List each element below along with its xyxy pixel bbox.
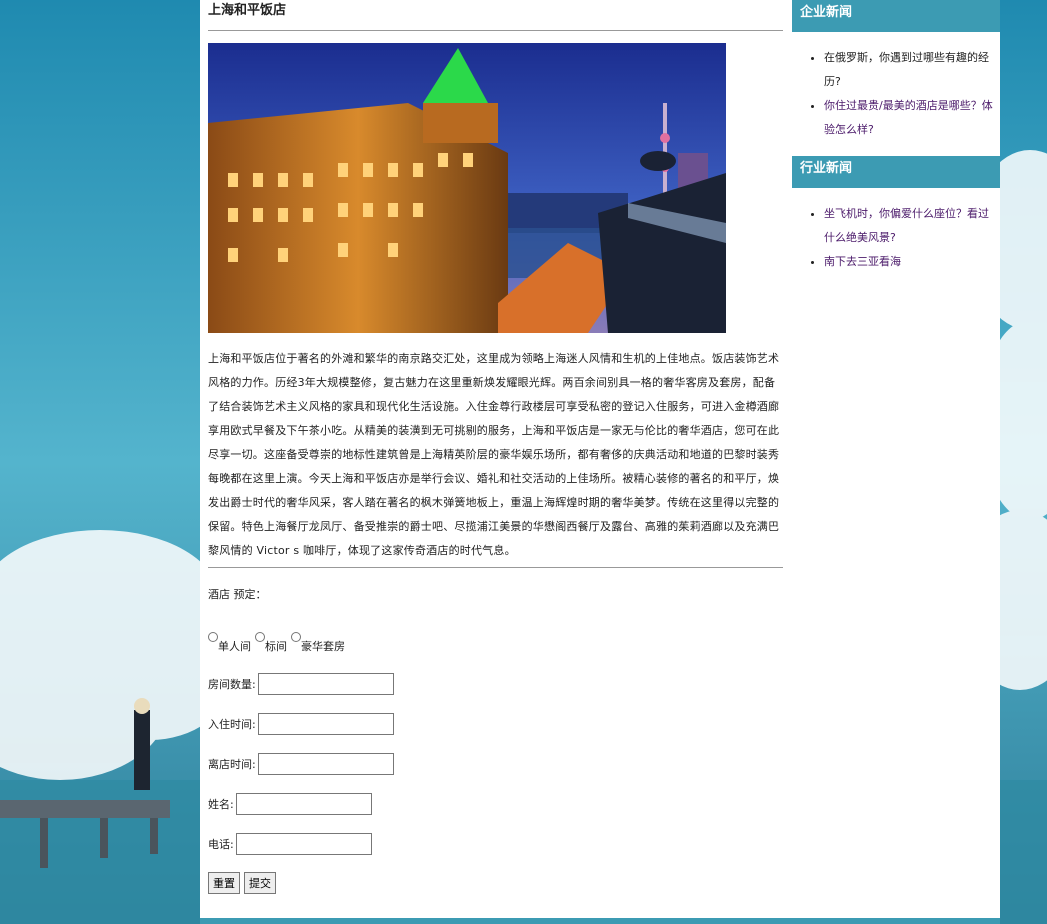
company-news-list: 在俄罗斯，你遇到过哪些有趣的经历? 你住过最贵/最美的酒店是哪些？体验怎么样? <box>792 32 1000 156</box>
room-type-standard-label: 标间 <box>265 640 287 653</box>
checkout-input[interactable] <box>257 753 394 775</box>
room-type-suite[interactable]: 豪华套房 <box>291 632 349 654</box>
room-type-single-radio[interactable] <box>208 632 218 642</box>
phone-input[interactable] <box>235 833 372 855</box>
room-count-label: 房间数量: <box>208 678 256 691</box>
company-news-heading: 企业新闻 <box>792 0 1000 32</box>
reset-button[interactable]: 重置 <box>208 872 240 894</box>
form-buttons: 重置 提交 <box>208 872 783 894</box>
room-type-standard[interactable]: 标间 <box>255 632 291 654</box>
list-item: 南下去三亚看海 <box>824 250 996 274</box>
room-type-standard-radio[interactable] <box>255 632 265 642</box>
room-count-row: 房间数量: <box>208 672 783 696</box>
room-type-suite-radio[interactable] <box>291 632 301 642</box>
room-count-input[interactable] <box>257 673 394 695</box>
hotel-description: 上海和平饭店位于著名的外滩和繁华的南京路交汇处，这里成为领略上海迷人风情和生机的… <box>208 352 780 557</box>
industry-news-list: 坐飞机时，你偏爱什么座位？看过什么绝美风景? 南下去三亚看海 <box>792 188 1000 288</box>
industry-news-link-2[interactable]: 南下去三亚看海 <box>824 255 901 268</box>
checkout-label: 离店时间: <box>208 758 256 771</box>
room-type-suite-label: 豪华套房 <box>301 640 345 653</box>
description-divider <box>208 567 783 568</box>
company-news-link-1[interactable]: 在俄罗斯，你遇到过哪些有趣的经历? <box>824 51 989 88</box>
company-news-link-2[interactable]: 你住过最贵/最美的酒店是哪些？体验怎么样? <box>824 99 993 136</box>
checkout-row: 离店时间: <box>208 752 783 776</box>
checkin-input[interactable] <box>257 713 394 735</box>
phone-row: 电话: <box>208 832 783 856</box>
hotel-photo <box>208 43 726 333</box>
list-item: 你住过最贵/最美的酒店是哪些？体验怎么样? <box>824 94 996 142</box>
submit-button[interactable]: 提交 <box>244 872 276 894</box>
room-type-single-label: 单人间 <box>218 640 251 653</box>
name-input[interactable] <box>235 793 372 815</box>
page-title: 上海和平饭店 <box>208 3 287 18</box>
title-divider <box>208 30 783 31</box>
room-type-single[interactable]: 单人间 <box>208 632 255 654</box>
name-row: 姓名: <box>208 792 783 816</box>
sidebar: 企业新闻 在俄罗斯，你遇到过哪些有趣的经历? 你住过最贵/最美的酒店是哪些？体验… <box>792 0 1000 288</box>
industry-news-link-1[interactable]: 坐飞机时，你偏爱什么座位？看过什么绝美风景? <box>824 207 989 244</box>
list-item: 在俄罗斯，你遇到过哪些有趣的经历? <box>824 46 996 94</box>
name-label: 姓名: <box>208 798 234 811</box>
booking-form: 酒店 预定： 单人间 标间 豪华套房 房间数量: 入住时间: 离店时间: 姓名:… <box>208 586 783 894</box>
checkin-label: 入住时间: <box>208 718 256 731</box>
footer-strip <box>200 918 1000 924</box>
main-content: 上海和平饭店 上海和平饭店位于著名的外滩和繁华的南京路交汇处，这里成为领略上海迷… <box>208 0 783 894</box>
booking-form-title: 酒店 预定： <box>208 588 267 601</box>
phone-label: 电话: <box>208 838 234 851</box>
list-item: 坐飞机时，你偏爱什么座位？看过什么绝美风景? <box>824 202 996 250</box>
room-type-group: 单人间 标间 豪华套房 <box>208 632 783 654</box>
checkin-row: 入住时间: <box>208 712 783 736</box>
content-container: 上海和平饭店 上海和平饭店位于著名的外滩和繁华的南京路交汇处，这里成为领略上海迷… <box>200 0 1000 918</box>
industry-news-heading: 行业新闻 <box>792 156 1000 188</box>
